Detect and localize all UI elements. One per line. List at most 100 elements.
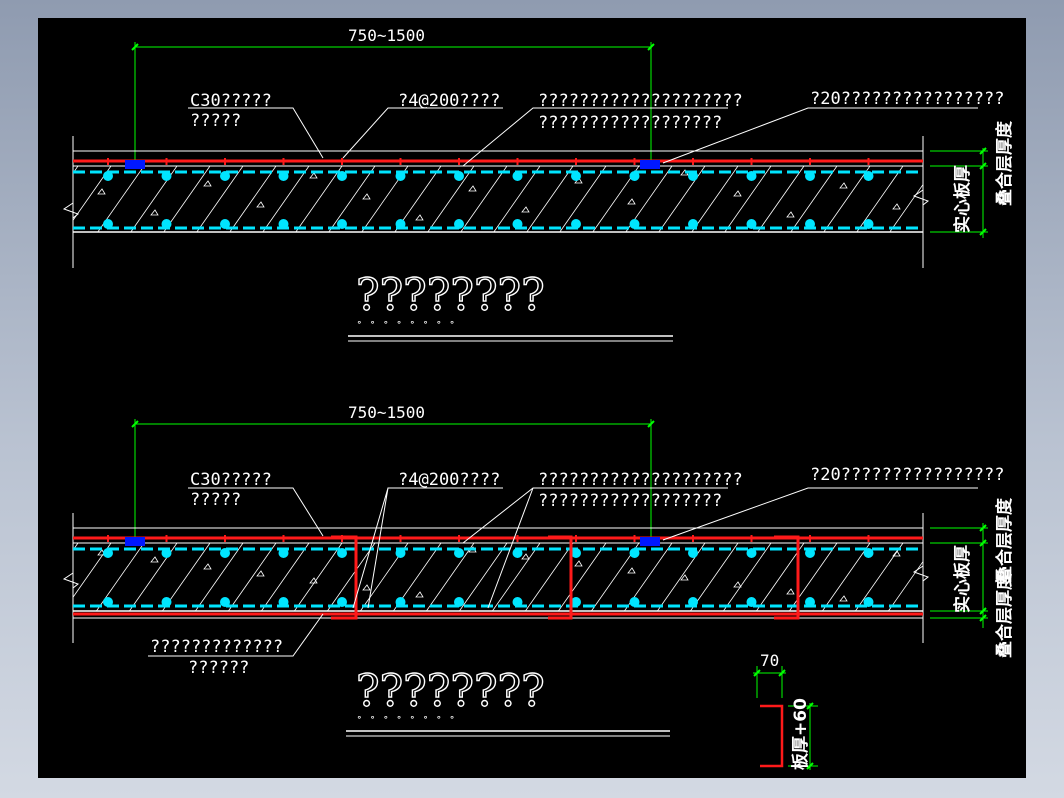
aggregate-mark bbox=[521, 553, 530, 560]
rebar-dot-bottom bbox=[395, 219, 406, 229]
rebar-dot-top bbox=[805, 171, 815, 181]
rebar-dot-top bbox=[512, 548, 523, 558]
rebar-dot-top bbox=[688, 171, 698, 181]
rebar-dot-bottom bbox=[571, 219, 581, 229]
rebar-dot-top bbox=[103, 548, 113, 558]
slab-hatch-2 bbox=[72, 542, 924, 612]
vertical-label-solid-thickness: 实心板厚 bbox=[952, 165, 973, 233]
aggregate-mark bbox=[786, 211, 795, 218]
rebar-dot-top bbox=[629, 171, 640, 181]
rebar-dot-bottom bbox=[395, 597, 406, 607]
rebar-dot-bottom bbox=[161, 597, 172, 607]
aggregate-mark bbox=[892, 550, 901, 557]
label-concrete-line1-2: C30????? bbox=[190, 470, 272, 490]
break-symbol-right-2 bbox=[912, 565, 930, 582]
rebar-dots bbox=[103, 171, 874, 229]
aggregate-mark bbox=[150, 209, 159, 216]
hatch-line bbox=[691, 165, 739, 233]
rebar-dot-top bbox=[863, 548, 874, 558]
rebar-dot-bottom bbox=[220, 597, 230, 607]
insert-block-right-2 bbox=[640, 537, 660, 546]
rebar-dot-top bbox=[337, 548, 347, 558]
section-1-caption: ???????? bbox=[356, 270, 545, 321]
slab-hatch bbox=[72, 165, 924, 233]
hatch-line bbox=[229, 165, 277, 233]
label-insert: ?20???????????????? bbox=[810, 89, 1004, 109]
span-dimension-text: 750~1500 bbox=[348, 26, 425, 45]
hatch-line bbox=[658, 165, 706, 233]
hatch-line bbox=[889, 184, 924, 233]
aggregate-mark bbox=[839, 182, 848, 189]
break-symbol-left-2 bbox=[62, 572, 80, 589]
aggregate-mark bbox=[415, 591, 424, 598]
rebar-dot-bottom bbox=[512, 597, 523, 607]
rebar-dot-bottom bbox=[863, 219, 874, 229]
rebar-dot-bottom bbox=[454, 219, 464, 229]
rebar-dot-bottom bbox=[220, 219, 230, 229]
aggregate-mark bbox=[256, 201, 265, 208]
aggregate-mark bbox=[627, 198, 636, 205]
rebar-dot-top bbox=[395, 548, 406, 558]
vertical-label-topping-thickness: 叠合层厚度 bbox=[994, 120, 1015, 206]
rebar-dot-top bbox=[161, 171, 172, 181]
label-rebar: ?4@200???? bbox=[398, 91, 500, 111]
label-insert-2: ?20???????????????? bbox=[810, 465, 1004, 485]
rebar-dot-top bbox=[161, 548, 172, 558]
rebar-dot-bottom bbox=[746, 597, 757, 607]
aggregate-mark bbox=[415, 214, 424, 221]
aggregate-mark bbox=[203, 563, 212, 570]
rebar-dot-top bbox=[278, 171, 289, 181]
label-mesh-line2-2: ?????????????????? bbox=[538, 491, 722, 511]
section-1-solid-slab: 750~1500 C30????? ????? ?4@200???? ?????… bbox=[62, 26, 1015, 342]
aggregate-mark bbox=[97, 188, 106, 195]
rebar-dot-top bbox=[571, 171, 581, 181]
hatch-line bbox=[757, 165, 805, 233]
aggregate-mark bbox=[839, 595, 848, 602]
aggregate-mark bbox=[309, 172, 318, 179]
rebar-dot-bottom bbox=[688, 597, 698, 607]
rebar-dot-bottom bbox=[337, 597, 347, 607]
hatch-line bbox=[823, 165, 871, 233]
rebar-dot-bottom bbox=[161, 219, 172, 229]
hatch-line bbox=[526, 165, 574, 233]
detail-width-text: 70 bbox=[760, 651, 779, 670]
rebar-dot-bottom bbox=[629, 597, 640, 607]
rebar-dot-top bbox=[103, 171, 113, 181]
label-rebar-2: ?4@200???? bbox=[398, 470, 500, 490]
rebar-dot-bottom bbox=[629, 219, 640, 229]
insert-block-left bbox=[125, 160, 145, 169]
aggregate-mark bbox=[468, 185, 477, 192]
vertical-label-bottom-layer-thickness-2: 叠合层厚度 bbox=[994, 572, 1015, 658]
vertical-label-topping-thickness-2: 叠合层厚度 bbox=[994, 497, 1015, 583]
section-2-caption: ???????? bbox=[356, 666, 545, 717]
label-bottom-line1-2: ????????????? bbox=[150, 637, 283, 657]
rebar-dot-top bbox=[454, 548, 464, 558]
rebar-dot-bottom bbox=[337, 219, 347, 229]
hatch-line bbox=[427, 165, 475, 233]
rebar-dot-top bbox=[629, 548, 640, 558]
aggregate-mark bbox=[203, 180, 212, 187]
span-dimension-text-2: 750~1500 bbox=[348, 403, 425, 422]
section-2-stirrup-slab: 750~1500 C30????? ????? ?4@200???? ?????… bbox=[62, 403, 1015, 737]
rebar-dot-top bbox=[395, 171, 406, 181]
detail-height-label: 板厚+60 bbox=[790, 698, 811, 770]
stirrup-detail: 70 板厚+60 bbox=[753, 651, 818, 770]
rebar-dot-bottom bbox=[863, 597, 874, 607]
insert-block-right bbox=[640, 160, 660, 169]
rebar-dot-top bbox=[454, 171, 464, 181]
aggregate-mark bbox=[362, 193, 371, 200]
rebar-dot-bottom bbox=[103, 597, 113, 607]
label-mesh-line2: ?????????????????? bbox=[538, 113, 722, 133]
rebar-dot-bottom bbox=[805, 219, 815, 229]
aggregate-mark bbox=[362, 584, 371, 591]
rebar-dot-bottom bbox=[454, 597, 464, 607]
section-1-caption-marks: ˚ ˚ ˚ ˚ ˚ ˚ ˚ ˚ bbox=[356, 320, 455, 333]
cad-drawing-canvas[interactable]: 750~1500 C30????? ????? ?4@200???? ?????… bbox=[38, 18, 1026, 778]
aggregate-mark bbox=[892, 203, 901, 210]
label-mesh-line1: ???????????????????? bbox=[538, 91, 743, 111]
cad-drawing: 750~1500 C30????? ????? ?4@200???? ?????… bbox=[62, 26, 1015, 770]
label-mesh-line1-2: ???????????????????? bbox=[538, 470, 743, 490]
rebar-dot-top bbox=[746, 548, 757, 558]
break-symbol-right bbox=[912, 189, 930, 206]
rebar-dot-top bbox=[220, 171, 230, 181]
